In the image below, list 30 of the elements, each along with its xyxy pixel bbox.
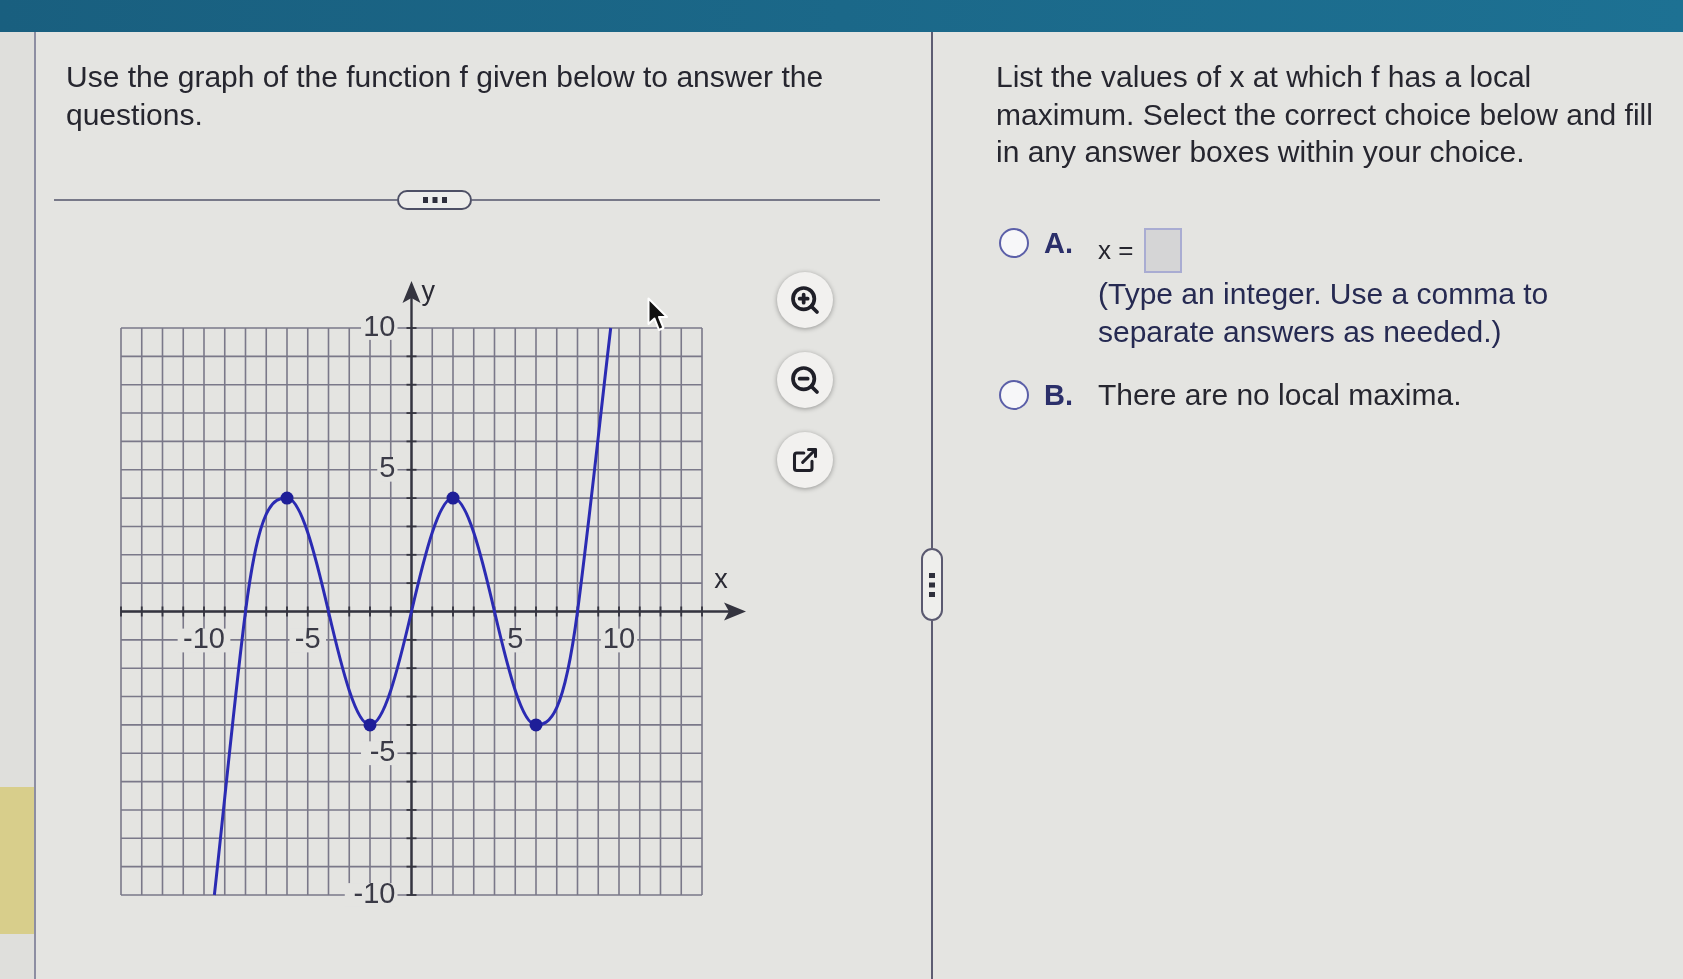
axis-tick-label: -5 (294, 622, 321, 655)
equation-prefix: x = (1098, 235, 1134, 265)
open-external-button[interactable] (777, 432, 833, 488)
zoom-out-button[interactable] (777, 352, 833, 408)
axis-label: y (421, 276, 435, 307)
resize-handle[interactable] (921, 548, 943, 621)
axis-tick-label: 10 (363, 309, 396, 342)
choice-letter: B. (1044, 379, 1073, 410)
axis-label: x (714, 563, 728, 594)
axis-tick-label: 10 (602, 622, 636, 655)
axis-tick-label: 5 (379, 451, 396, 484)
radio-button[interactable] (999, 227, 1029, 258)
choice-letter: A. (1044, 227, 1073, 258)
radio-button[interactable] (999, 379, 1029, 410)
question-text: List the values of x at which f has a local maximum. Select the correct choice below and fill in any answer boxes within your choice. (996, 59, 1654, 170)
zoom-in-button[interactable] (777, 272, 833, 328)
axis-tick-label: 5 (507, 622, 524, 655)
ellipsis-icon (422, 197, 447, 203)
axis-tick-label: -5 (369, 734, 396, 767)
axis-tick-label: -10 (353, 876, 396, 909)
zoom-out-icon (789, 364, 821, 396)
answer-hint: (Type an integer. Use a comma to separate answers as needed.) (1098, 275, 1550, 350)
choice-text: There are no local maxima. (1098, 379, 1463, 410)
axis-tick-label: -10 (183, 622, 225, 655)
vertical-ellipsis-icon (929, 572, 935, 597)
external-link-icon (791, 446, 819, 474)
question-prompt: Use the graph of the function f given below to answer the questions. (66, 59, 825, 133)
zoom-in-icon (789, 284, 821, 316)
mouse-pointer-icon (647, 297, 669, 333)
expand-handle[interactable] (397, 190, 472, 210)
